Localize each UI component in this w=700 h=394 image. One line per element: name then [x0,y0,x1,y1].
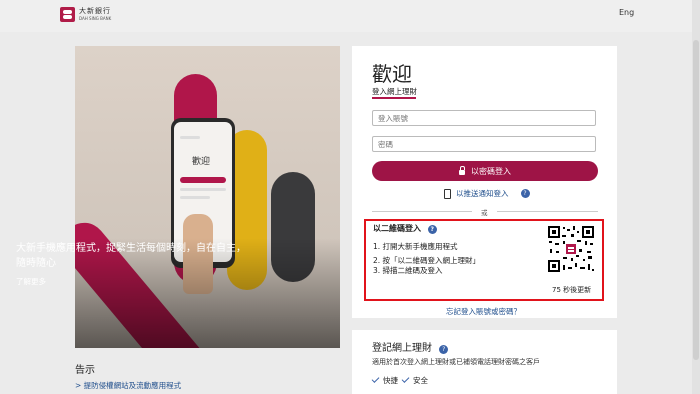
feature-fast: 快捷 [371,374,398,386]
language-toggle-link[interactable]: Eng [619,8,634,17]
qr-step-1: 1. 打開大新手機應用程式 [373,242,458,251]
page-scrollbar[interactable] [692,0,700,394]
qr-login-title: 以二維碼登入 ? [373,223,437,234]
bank-name-en: DAH SING BANK [79,16,112,21]
notice-link[interactable]: > 提防侵權網站及流動應用程式 [75,380,181,391]
divider-left [372,211,472,212]
page-title: 歡迎 [372,62,412,86]
password-login-button[interactable]: 以密碼登入 [372,161,598,181]
qr-code-icon [547,225,595,273]
push-login-link[interactable]: 以推送通知登入 [456,188,509,199]
qr-step-3: 3. 掃描二維碼及登入 [373,266,443,275]
register-info-icon[interactable]: ? [439,345,449,354]
top-header: 大新銀行 DAH SING BANK Eng [0,0,700,32]
username-input[interactable] [372,110,596,126]
lock-icon [459,165,465,175]
push-login-row[interactable]: 以推送通知登入 ? [444,188,530,199]
login-tab-online-banking[interactable]: 登入網上理財 [372,86,417,97]
password-input[interactable] [372,136,596,152]
promo-text: 大新手機應用程式，捉緊生活每個時刻，自在自主，隨時隨心 [16,243,246,269]
qr-info-icon[interactable]: ? [427,225,437,234]
learn-more-link[interactable]: 了解更多 [16,276,46,287]
register-description: 適用於首次登入網上理財或已補領電話理財密碼之客戶 [372,358,540,366]
scrollbar-thumb[interactable] [693,40,699,360]
bank-name-cn: 大新銀行 [79,7,111,15]
checkmark-icon [401,374,410,383]
phone-screen-title: 歡迎 [192,157,211,167]
promo-banner: 歡迎 [75,46,340,348]
divider-right [497,211,598,212]
feature-secure: 安全 [401,374,428,386]
info-icon[interactable]: ? [520,189,530,198]
checkmark-icon [371,374,380,383]
bank-logo-icon [60,7,75,22]
qr-refresh-countdown: 75 秒後更新 [552,286,592,294]
mobile-phone-icon [444,188,451,199]
bank-logo[interactable]: 大新銀行 DAH SING BANK [60,7,111,22]
notice-heading: 告示 [75,365,95,376]
active-tab-indicator [372,97,416,99]
or-divider-text: 或 [481,209,488,217]
register-title: 登記網上理財 ? [372,339,449,354]
forgot-credentials-link[interactable]: 忘記登入賬號或密碼？ [446,306,521,317]
